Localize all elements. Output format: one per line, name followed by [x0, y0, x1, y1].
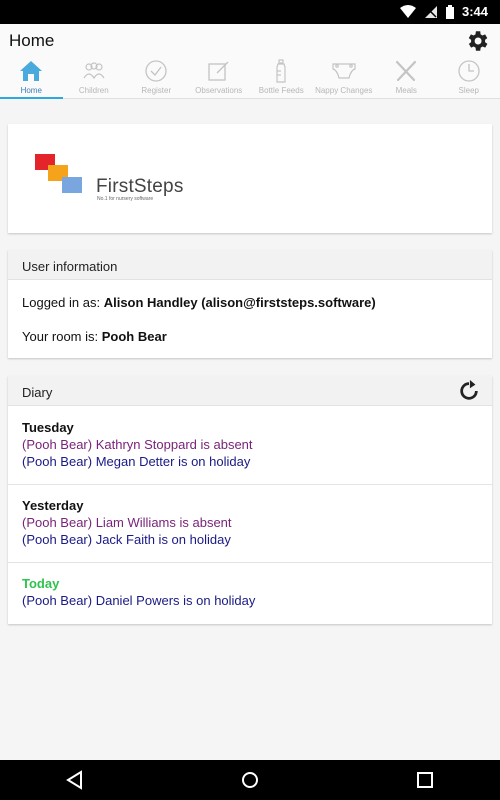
battery-icon	[445, 4, 454, 19]
user-info-heading: User information	[8, 250, 492, 280]
user-info-card: User information Logged in as: Alison Ha…	[8, 250, 492, 358]
status-bar: 3:44	[0, 0, 500, 24]
signal-off-icon	[424, 5, 437, 18]
room-line: Your room is: Pooh Bear	[22, 329, 167, 344]
logged-in-label: Logged in as:	[22, 295, 101, 310]
logged-in-user: Alison Handley (alison@firststeps.softwa…	[103, 295, 376, 310]
diary-item: (Pooh Bear) Megan Detter is on holiday	[22, 454, 251, 469]
tab-label: Register	[141, 86, 172, 95]
nappy-icon	[332, 63, 356, 79]
diary-card: Diary Tuesday (Pooh Bear) Kathryn Stoppa…	[8, 376, 492, 624]
diary-header: Diary	[8, 376, 492, 406]
tab-label: Nappy Changes	[315, 86, 373, 95]
logo-card: FirstSteps No.1 for nursery software	[8, 124, 492, 233]
wifi-icon	[399, 4, 416, 18]
diary-item: (Pooh Bear) Kathryn Stoppard is absent	[22, 437, 253, 452]
diary-item: (Pooh Bear) Liam Williams is absent	[22, 515, 232, 530]
clock-icon	[458, 60, 480, 82]
tab-label: Home	[20, 86, 42, 95]
tab-label: Bottle Feeds	[258, 86, 304, 95]
app-header: Home Home Children Register Observations…	[0, 24, 500, 99]
diary-day-label: Tuesday	[22, 420, 74, 435]
tab-children[interactable]: Children	[63, 59, 126, 99]
divider	[8, 562, 492, 563]
tab-label: Observations	[195, 86, 243, 95]
bottle-icon	[276, 59, 286, 83]
home-button-icon[interactable]	[238, 768, 262, 792]
cutlery-icon	[396, 60, 417, 82]
tab-sleep[interactable]: Sleep	[438, 59, 500, 99]
diary-day-group: Today (Pooh Bear) Daniel Powers is on ho…	[8, 576, 492, 610]
diary-day-label: Today	[22, 576, 60, 591]
tab-label: Meals	[395, 86, 417, 95]
divider	[8, 484, 492, 485]
children-icon	[83, 62, 105, 80]
checkmark-circle-icon	[145, 60, 167, 82]
tab-register[interactable]: Register	[125, 59, 188, 99]
room-label: Your room is:	[22, 329, 99, 344]
tab-observations[interactable]: Observations	[188, 59, 251, 99]
home-icon	[20, 61, 43, 81]
tab-bottle-feeds[interactable]: Bottle Feeds	[250, 59, 313, 99]
diary-item: (Pooh Bear) Daniel Powers is on holiday	[22, 593, 256, 608]
diary-day-group: Tuesday (Pooh Bear) Kathryn Stoppard is …	[8, 420, 492, 471]
recents-icon[interactable]	[413, 768, 437, 792]
diary-day-group: Yesterday (Pooh Bear) Liam Williams is a…	[8, 498, 492, 549]
tab-bar: Home Children Register Observations Bott…	[0, 59, 500, 99]
diary-heading: Diary	[22, 385, 53, 400]
brand-name: FirstSteps	[96, 176, 184, 197]
tab-label: Children	[78, 86, 109, 95]
brand-tagline: No.1 for nursery software	[97, 196, 154, 202]
gear-icon[interactable]	[464, 28, 490, 54]
refresh-icon[interactable]	[458, 380, 480, 402]
diary-item: (Pooh Bear) Jack Faith is on holiday	[22, 532, 231, 547]
firststeps-logo	[35, 154, 82, 193]
tab-nappy-changes[interactable]: Nappy Changes	[313, 59, 376, 99]
room-name: Pooh Bear	[101, 329, 167, 344]
back-icon[interactable]	[63, 768, 87, 792]
clock-time: 3:44	[461, 4, 488, 19]
diary-day-label: Yesterday	[22, 498, 84, 513]
tab-meals[interactable]: Meals	[375, 59, 438, 99]
tab-label: Sleep	[458, 86, 479, 95]
logged-in-line: Logged in as: Alison Handley (alison@fir…	[22, 295, 376, 310]
system-nav-bar	[0, 760, 500, 800]
page-title: Home	[9, 31, 55, 50]
tab-home[interactable]: Home	[0, 59, 63, 99]
edit-icon	[208, 61, 229, 81]
